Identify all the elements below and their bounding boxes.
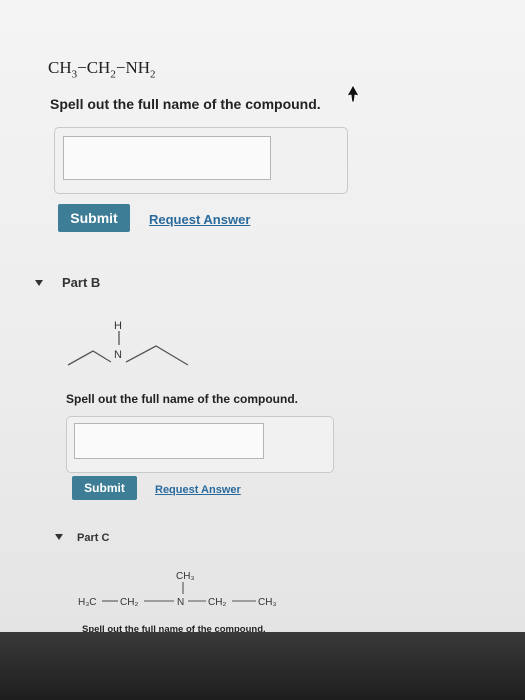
part-a-request-answer-link[interactable]: Request Answer [149, 212, 250, 227]
part-c-structure: CH₃ H₃C CH₂ N CH₂ CH₃ [78, 571, 277, 608]
part-c-chain-atom-4: CH₂ [208, 597, 226, 608]
part-c-label[interactable]: Part C [77, 532, 109, 544]
part-b-prompt: Spell out the full name of the compound. [66, 392, 298, 406]
part-b-request-answer-link[interactable]: Request Answer [155, 484, 241, 496]
part-c-chain-atom-3: N [177, 597, 184, 608]
caret-down-icon[interactable] [35, 280, 43, 286]
part-b-label[interactable]: Part B [62, 275, 100, 290]
part-c-chain-atom-2: CH₂ [120, 597, 138, 608]
part-a-answer-input[interactable] [63, 136, 271, 180]
cursor-arrow-icon [346, 84, 360, 103]
part-c-chain-atom-1: H₃C [78, 597, 97, 608]
part-c-top-group: CH₃ [176, 571, 195, 582]
bottom-shadow-bar [0, 632, 525, 700]
part-a-formula: CH3−CH2−NH2 [48, 58, 156, 81]
part-b-answer-input[interactable] [74, 423, 264, 459]
part-b-nitrogen-label: N [114, 349, 122, 361]
part-b-structure: H N [67, 320, 189, 366]
question-page: CH3−CH2−NH2 Spell out the full name of t… [0, 0, 525, 640]
caret-down-icon[interactable] [55, 534, 63, 540]
part-a-submit-button[interactable]: Submit [58, 204, 130, 232]
part-b-submit-button[interactable]: Submit [72, 476, 137, 500]
part-b-hydrogen-label: H [114, 320, 122, 332]
part-c-chain-atom-5: CH₃ [258, 597, 277, 608]
part-a-prompt: Spell out the full name of the compound. [50, 96, 321, 112]
